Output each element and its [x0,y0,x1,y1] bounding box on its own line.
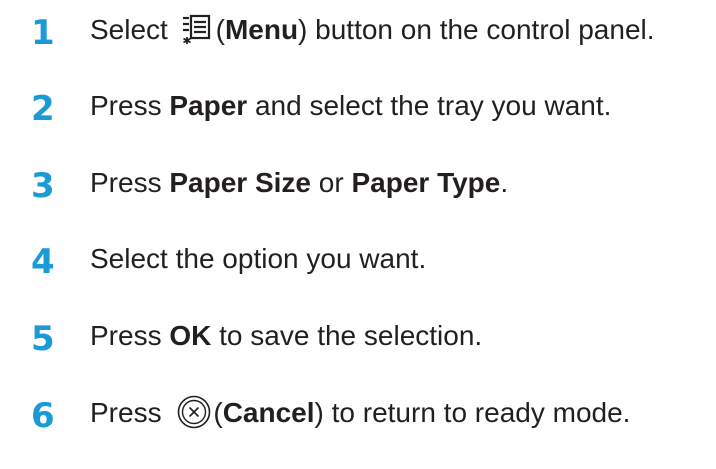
step-4: 4 Select the option you want. [0,242,716,302]
step-3: 3 Press Paper Size or Paper Type. [0,166,716,226]
step-text: Press Paper and select the tray you want… [90,90,612,121]
step-number: 1 [31,13,55,53]
step-text: Press OK to save the selection. [90,320,483,351]
step-number: 2 [31,89,55,129]
step-text: Press Paper Size or Paper Type. [90,167,509,198]
menu-icon [180,13,212,45]
step-1: 1 Select (Menu) button on the control pa… [0,13,716,73]
step-number: 5 [31,319,55,359]
step-2: 2 Press Paper and select the tray you wa… [0,89,716,149]
step-number: 3 [31,166,55,206]
cancel-icon [177,395,211,429]
step-5: 5 Press OK to save the selection. [0,319,716,379]
step-number: 4 [31,242,55,282]
step-6: 6 Press (Cancel) to return to ready mode… [0,395,716,456]
step-text: Press (Cancel) to return to ready mode. [90,395,630,432]
step-text: Select the option you want. [90,243,427,274]
step-text: Select (Menu) button on the control pane… [90,13,655,45]
step-number: 6 [31,396,55,436]
procedure-steps: 1 Select (Menu) button on the control pa… [0,0,716,469]
